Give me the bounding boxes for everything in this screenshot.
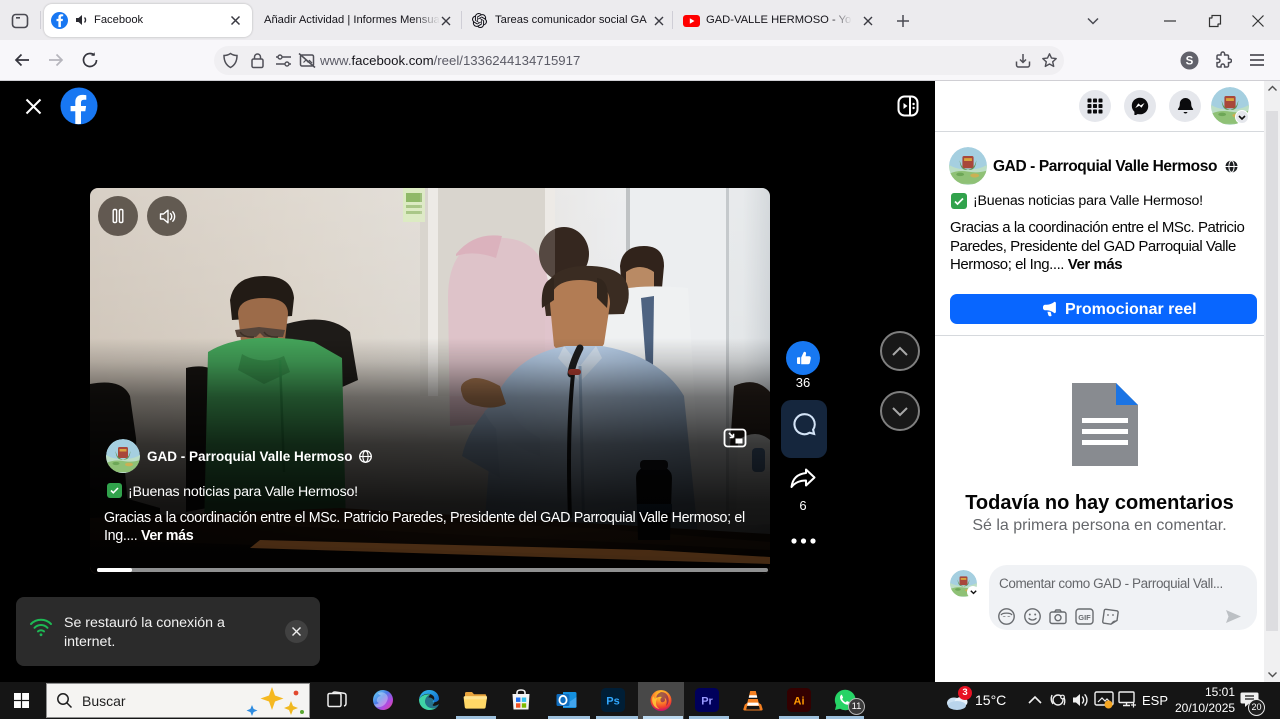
svg-text:Ps: Ps: [606, 696, 619, 708]
svg-text:GIF: GIF: [1078, 613, 1091, 622]
svg-text:Pr: Pr: [701, 696, 713, 708]
svg-text:S: S: [1186, 56, 1194, 68]
svg-text:Ai: Ai: [794, 696, 805, 708]
